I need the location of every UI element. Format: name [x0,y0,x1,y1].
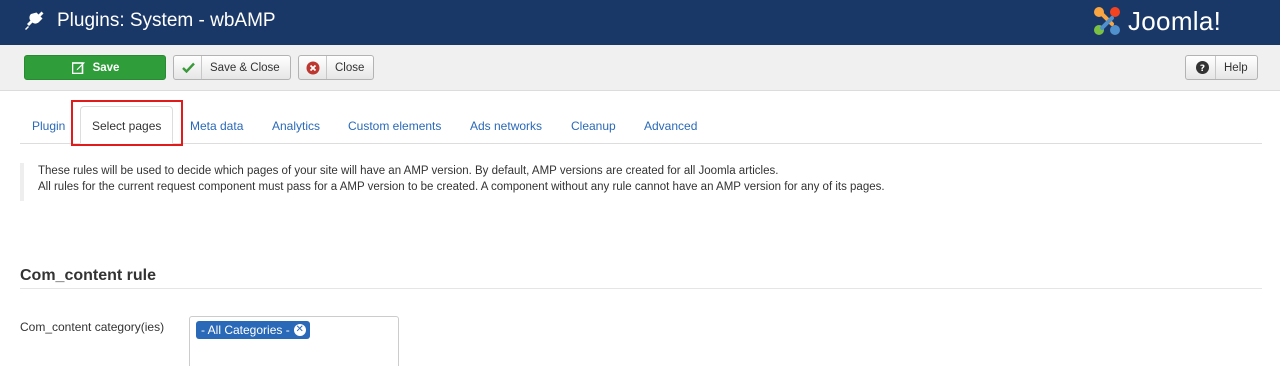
save-close-label: Save & Close [210,61,280,74]
close-button[interactable]: Close [298,55,374,80]
button-divider [326,56,327,79]
tab-analytics[interactable]: Analytics [272,106,320,144]
selected-category-chip: - All Categories - ✕ [196,321,310,339]
edit-icon [71,60,87,76]
note-line-1: These rules will be used to decide which… [38,165,779,177]
remove-chip-icon[interactable]: ✕ [293,324,306,336]
plug-icon [25,11,44,30]
category-field-label: Com_content category(ies) [20,320,165,334]
tab-plugin[interactable]: Plugin [32,106,65,144]
section-title: Com_content rule [20,267,1262,289]
tab-ads-networks[interactable]: Ads networks [470,106,542,144]
tab-advanced[interactable]: Advanced [644,106,697,144]
category-multiselect[interactable]: - All Categories - ✕ [189,316,399,366]
save-label: Save [92,61,120,74]
header-bar: Plugins: System - wbAMP Joomla! [0,0,1280,45]
tab-bar: Plugin Select pages Meta data Analytics … [20,106,1262,144]
save-button[interactable]: Save [24,55,166,80]
tab-select-pages[interactable]: Select pages [80,106,174,144]
info-note: These rules will be used to decide which… [20,163,1260,201]
help-label: Help [1224,61,1248,74]
chip-label: - All Categories - [201,323,290,337]
save-close-button[interactable]: Save & Close [173,55,291,80]
joomla-logo-icon [1094,7,1120,35]
close-label: Close [335,61,365,74]
note-line-2: All rules for the current request compon… [38,181,885,193]
svg-text:?: ? [1199,64,1204,74]
joomla-logo[interactable]: Joomla! [1090,4,1221,38]
help-button[interactable]: ? Help [1185,55,1258,80]
tab-meta-data[interactable]: Meta data [190,106,243,144]
button-divider [1215,56,1216,79]
toolbar: Save Save & Close Close ? Help [0,45,1280,91]
cancel-icon [305,60,321,76]
joomla-brand-text: Joomla! [1128,6,1222,36]
check-icon [180,60,196,76]
tab-custom-elements[interactable]: Custom elements [348,106,441,144]
button-divider [201,56,202,79]
page-title: Plugins: System - wbAMP [57,10,276,31]
tab-cleanup[interactable]: Cleanup [571,106,616,144]
question-icon: ? [1194,60,1210,76]
